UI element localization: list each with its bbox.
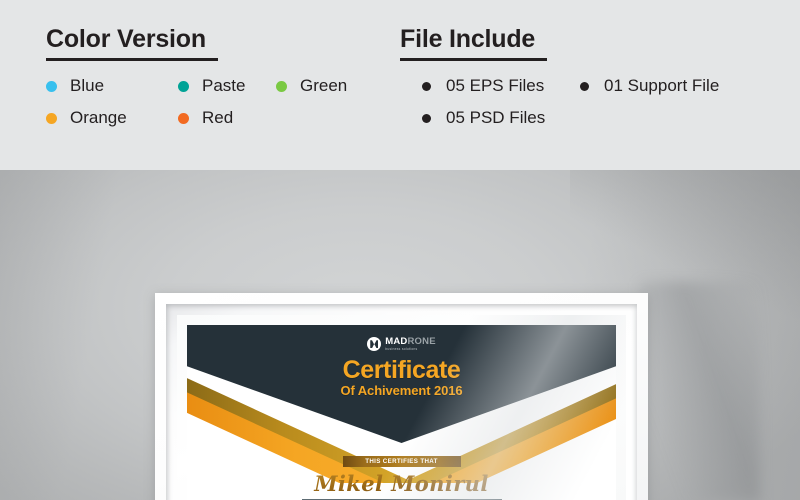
legend-item-green[interactable]: Green bbox=[276, 76, 347, 96]
certificate-title: Certificate bbox=[342, 356, 461, 384]
file-include-list: 05 EPS Files 01 Support File 05 PSD File… bbox=[400, 76, 780, 136]
color-version-list: Blue Paste Green Orange Red bbox=[46, 76, 386, 136]
color-version-heading-underline bbox=[46, 58, 218, 61]
madrone-wordmark: MADRONE bbox=[385, 337, 436, 347]
legend-label-orange: Orange bbox=[70, 108, 127, 127]
certificate-sheet: MADRONE business solutions Certificate O… bbox=[187, 325, 616, 500]
legend-label-red: Red bbox=[202, 108, 234, 127]
legend-label-blue: Blue bbox=[70, 76, 105, 95]
color-swatch-green bbox=[276, 80, 287, 92]
madrone-word-primary: MAD bbox=[385, 336, 408, 347]
legend-item-paste[interactable]: Paste bbox=[178, 76, 245, 96]
certificate-subtitle: Of Achivement 2016 bbox=[340, 383, 463, 398]
info-panel: Color Version Blue Paste Green Orange Re… bbox=[0, 0, 800, 170]
madrone-tagline: business solutions bbox=[385, 347, 418, 351]
madrone-logo: MADRONE business solutions bbox=[187, 337, 616, 352]
file-item-support: 01 Support File bbox=[580, 76, 719, 96]
picture-frame: MADRONE business solutions Certificate O… bbox=[155, 293, 648, 500]
frame-mat-board: MADRONE business solutions Certificate O… bbox=[177, 315, 626, 500]
screenshot-root: Color Version Blue Paste Green Orange Re… bbox=[0, 0, 800, 500]
legend-label-paste: Paste bbox=[202, 76, 246, 95]
certificate-recipient-name: Mikel Monirul bbox=[187, 471, 616, 496]
color-swatch-orange bbox=[46, 112, 57, 124]
file-label-support: 01 Support File bbox=[604, 76, 720, 95]
file-include-section: File Include 05 EPS Files 01 Support Fil… bbox=[400, 24, 780, 136]
madrone-word-secondary: RONE bbox=[407, 336, 436, 347]
legend-item-red[interactable]: Red bbox=[178, 108, 233, 128]
bullet-icon bbox=[580, 81, 589, 91]
color-version-section: Color Version Blue Paste Green Orange Re… bbox=[46, 24, 386, 136]
color-swatch-red bbox=[178, 112, 189, 124]
legend-item-blue[interactable]: Blue bbox=[46, 76, 104, 96]
file-item-psd: 05 PSD Files bbox=[422, 108, 545, 128]
file-include-heading: File Include bbox=[400, 25, 536, 53]
file-label-psd: 05 PSD Files bbox=[446, 108, 546, 127]
legend-label-green: Green bbox=[300, 76, 348, 95]
file-include-heading-underline bbox=[400, 58, 547, 61]
color-swatch-blue bbox=[46, 80, 57, 92]
color-swatch-paste bbox=[178, 80, 189, 92]
certificate-ribbon: THIS CERTIFIES THAT bbox=[342, 456, 461, 467]
madrone-m-mark-icon bbox=[367, 337, 382, 352]
color-version-heading: Color Version bbox=[46, 25, 206, 53]
bullet-icon bbox=[422, 113, 431, 123]
bullet-icon bbox=[422, 81, 431, 91]
legend-item-orange[interactable]: Orange bbox=[46, 108, 127, 128]
certificate-mockup-photo: MADRONE business solutions Certificate O… bbox=[0, 170, 800, 500]
certificate-ribbon-text: THIS CERTIFIES THAT bbox=[365, 458, 438, 465]
file-item-eps: 05 EPS Files bbox=[422, 76, 544, 96]
file-label-eps: 05 EPS Files bbox=[446, 76, 545, 95]
certificate-title-block: Certificate Of Achivement 2016 bbox=[187, 357, 616, 398]
madrone-logo-text: MADRONE business solutions bbox=[385, 337, 436, 351]
